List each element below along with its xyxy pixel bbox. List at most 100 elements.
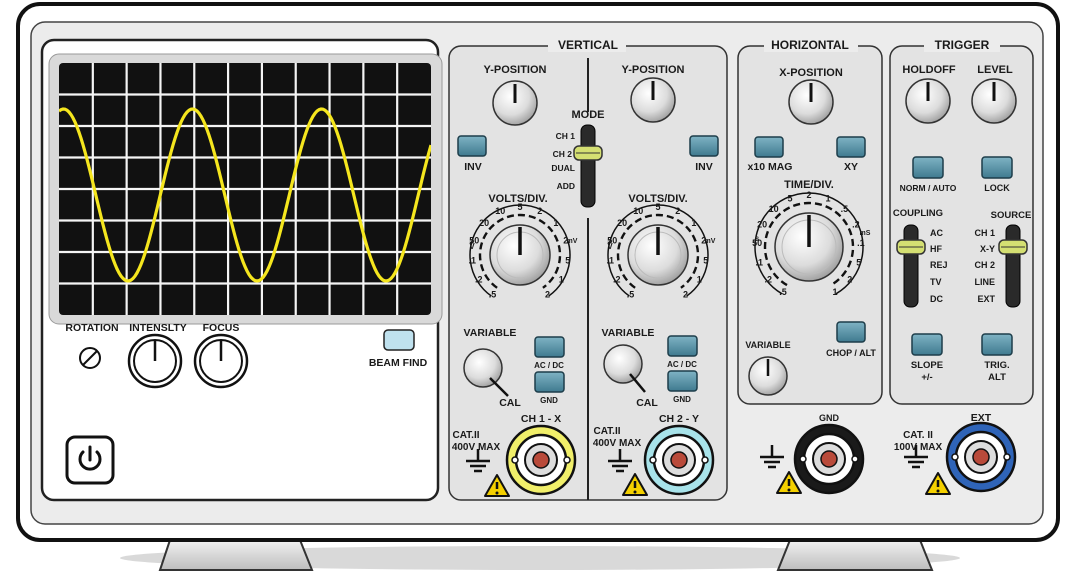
ch1-cat-voltage: 400V MAX [452,442,501,453]
dial-scale-label: 1 [691,218,696,228]
ch1-connector[interactable] [505,424,577,496]
lock-label: LOCK [984,183,1010,193]
dial-scale-label: 10 [495,206,505,216]
source-option-line[interactable]: LINE [974,277,995,287]
level-knob[interactable] [971,78,1017,124]
ch1-variable-label: VARIABLE [464,327,517,339]
dial-scale-label: .5 [489,289,497,299]
horizontal-variable-label: VARIABLE [745,340,790,350]
coupling-option-tv[interactable]: TV [930,277,942,287]
lock-button[interactable] [981,156,1013,179]
focus-knob[interactable] [193,333,249,389]
mode-option-add[interactable]: ADD [557,181,575,191]
mode-option-ch2[interactable]: CH 2 [553,149,573,159]
coupling-slider-handle[interactable] [896,239,926,255]
trig-alt-button[interactable] [981,333,1013,356]
oscilloscope: ROTATION INTENSLTY FOCUS BEAM FIND VERTI… [16,2,1060,571]
rotation-label: ROTATION [65,322,118,334]
source-option-ch2[interactable]: CH 2 [974,260,995,270]
ch1-inv-button[interactable] [457,135,487,157]
dial-scale-label: .1 [756,257,764,267]
dial-scale-label: .2 [765,274,773,284]
holdoff-knob[interactable] [905,78,951,124]
power-button[interactable] [65,435,115,485]
intensity-label: INTENSLTY [129,322,187,334]
source-option-ext[interactable]: EXT [977,294,995,304]
gnd-connector[interactable] [793,423,865,495]
dial-scale-label: 5 [565,256,570,266]
xpos-knob[interactable] [788,79,834,125]
xpos-label: X-POSITION [779,67,843,79]
ch2-cat-label: CAT.II [593,426,620,437]
intensity-knob[interactable] [127,333,183,389]
trigger-title: TRIGGER [935,38,990,52]
ch1-acdc-button[interactable] [534,336,565,358]
dial-scale-label: 5 [655,202,660,212]
coupling-option-ac[interactable]: AC [930,228,943,238]
x10mag-label: x10 MAG [748,161,793,173]
ch2-connector[interactable] [643,424,715,496]
dial-scale-label: 10 [633,206,643,216]
ch2-inv-label: INV [695,161,713,173]
ch1-connector-bayonet-pin [511,456,519,464]
chop-alt-label: CHOP / ALT [826,348,876,358]
dial-unit-right: mV [705,238,716,245]
foot-right [776,539,934,571]
mode-slider-handle[interactable] [573,145,603,161]
dial-scale-label: 5 [703,256,708,266]
dial-scale-label: .2 [475,275,483,285]
ch1-ypos-label: Y-POSITION [484,64,547,76]
ch2-acdc-button[interactable] [667,335,698,357]
coupling-option-dc[interactable]: DC [930,294,943,304]
dial-scale-label: .1 [607,256,615,266]
rotation-control[interactable] [79,347,101,369]
mode-option-ch1[interactable]: CH 1 [556,131,576,141]
ext-cat-voltage: 100V MAX [894,442,943,453]
x10mag-button[interactable] [754,136,784,158]
ch1-connector-label: CH 1 - X [521,413,561,425]
ch2-connector-bayonet-pin [701,456,709,464]
gnd-connector-bayonet-pin [799,455,807,463]
ch1-ypos-knob[interactable] [492,80,538,126]
ch1-connector-pin [532,451,550,469]
norm-auto-button[interactable] [912,156,944,179]
dial-scale-label: 5 [787,194,792,204]
dial-scale-label: .5 [841,204,849,214]
trig-alt-sub-label: ALT [988,372,1006,383]
dial-unit-left: s [755,234,760,243]
xy-label: XY [844,161,858,173]
dial-scale-label: 1 [697,275,702,285]
source-slider-handle[interactable] [998,239,1028,255]
ch1-cat-label: CAT.II [452,430,479,441]
source-slider-track [1005,224,1021,308]
dial-scale-label: 1 [553,218,558,228]
ext-cat-label: CAT. II [903,430,933,441]
focus-label: FOCUS [203,322,240,334]
norm-auto-label: NORM / AUTO [900,183,957,193]
source-option-xy[interactable]: X-Y [980,244,995,254]
beam-find-button[interactable] [383,329,415,351]
xy-button[interactable] [836,136,866,158]
coupling-option-rej[interactable]: REJ [930,260,948,270]
ch2-acdc-label: AC / DC [667,360,697,369]
ch1-connector-bayonet-pin [563,456,571,464]
ext-connector[interactable] [945,421,1017,493]
trig-alt-label: TRIG. [984,360,1009,371]
source-option-ch1[interactable]: CH 1 [974,228,995,238]
dial-unit-left: V [607,242,613,251]
ch2-cat-voltage: 400V MAX [593,438,642,449]
dial-unit-right: mS [860,230,871,237]
ch2-ypos-knob[interactable] [630,77,676,123]
mode-option-dual[interactable]: DUAL [551,163,575,173]
ch2-gnd-button[interactable] [667,370,698,392]
coupling-option-hf[interactable]: HF [930,244,942,254]
ch2-inv-button[interactable] [689,135,719,157]
ch1-inv-label: INV [464,161,482,173]
ch2-connector-label: CH 2 - Y [659,413,699,425]
slope-button[interactable] [911,333,943,356]
horizontal-variable-knob[interactable] [748,356,788,396]
chop-alt-button[interactable] [836,321,866,343]
ch1-gnd-button[interactable] [534,371,565,393]
dial-unit-right: mV [567,238,578,245]
dial-scale-label: .2 [613,275,621,285]
